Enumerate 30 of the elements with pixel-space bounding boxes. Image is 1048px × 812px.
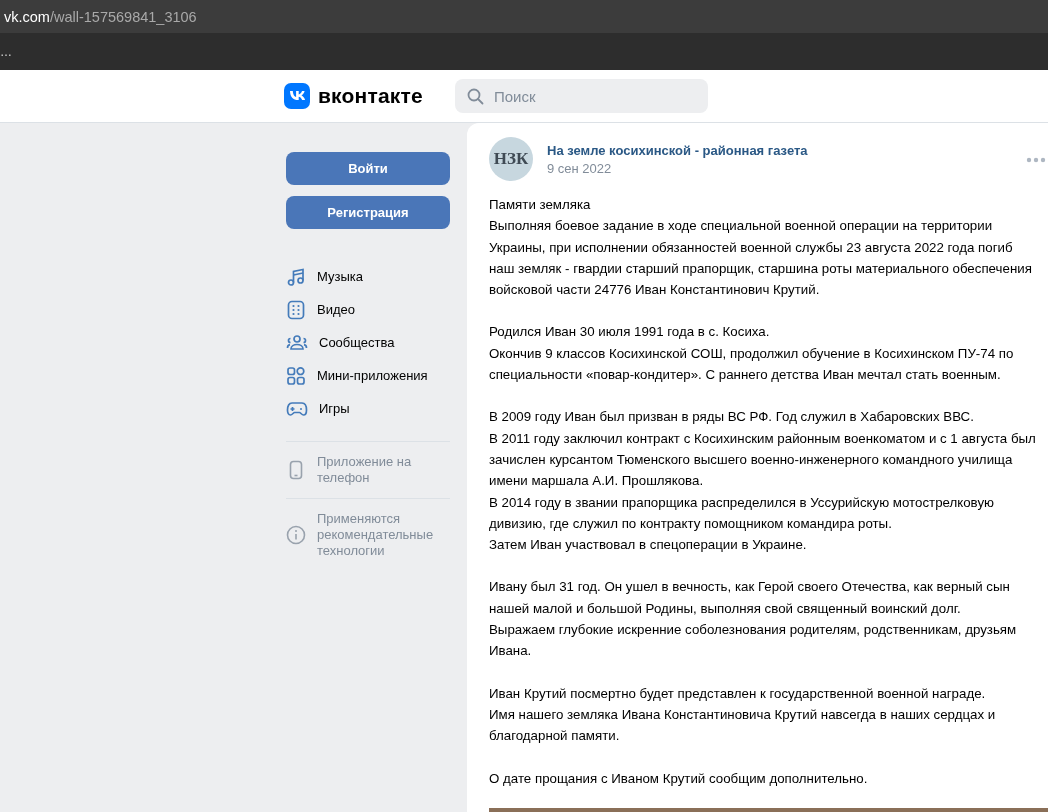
post-text: Выражаем глубокие искренние соболезнования родителям, родственникам, друзьям Ивана. [489, 621, 1018, 661]
post-text: Выполняя боевое задание в ходе специальной военной операции на территории Украины, при исполнении обязанностей военной службы 23 августа 2022 года погиб наш земляк - гвардии старший прапорщик, старшина роты материального обеспечения войсковой части 24776 Иван Константинович Крутий. [489, 217, 1033, 300]
post-text: В 2009 году Иван был призван в ряды ВС РФ. Год служил в Хабаровских ВВС. [489, 408, 975, 427]
post-text: Памяти земляка [489, 196, 592, 214]
sidebar-button[interactable]: Регистрация [286, 196, 450, 229]
search-input[interactable]: Поиск [491, 86, 686, 106]
menu-item[interactable]: Музыка [317, 269, 363, 284]
post-text: В 2014 году в звании прапорщика распределился в Уссурийскую мотострелковую дивизию, где служил по контракту помощником командира роты. [489, 493, 995, 533]
post-date[interactable]: 9 сен 2022 [547, 160, 808, 176]
address-bar[interactable]: vk.com/wall-157569841_3106 [0, 0, 1048, 33]
post-text: Родился Иван 30 июля 1991 года в с. Косиха. [489, 323, 771, 342]
sidebar-button[interactable]: Войти [286, 152, 450, 185]
post-text: Окончив 9 классов Косихинской СОШ, продолжил обучение в Косихинском ПУ-74 по специальности «повар-кондитер». С раннего детства Иван мечтал стать военным. [489, 344, 1015, 385]
post-text: О дате прощания с Иваном Крутий сообщим дополнительно. [489, 769, 869, 788]
sidebar-note: Применяются рекомендательные технологии [317, 511, 435, 559]
avatar[interactable]: НЗК [489, 137, 533, 181]
post-text: Затем Иван участвовал в спецоперации в Украине. [489, 536, 808, 555]
menu-item[interactable]: Мини-приложения [317, 368, 428, 383]
bookmark-label[interactable]: … [0, 44, 12, 59]
post-text: Имя нашего земляка Ивана Константиновича Крутий навсегда в наших сердцах и благодарной памяти. [489, 705, 997, 746]
search-field[interactable]: Поиск [454, 79, 708, 113]
menu-item[interactable]: Видео [317, 302, 355, 317]
post-text: В 2011 году заключил контракт с Косихинским районным военкоматом и с 1 августа был зачислен курсантом Тюменского высшего военно-инженерного командного училища имени маршала А.И. Прошлякова. [489, 429, 1037, 491]
post-text: Ивану был 31 год. Он ушел в вечность, как Герой своего Отечества, как верный сын нашей малой и большой Родины, выполняя свой священный воинский долг. [489, 578, 1011, 618]
post-text: Иван Крутий посмертно будет представлен к государственной военной награде. [489, 684, 987, 703]
menu-item[interactable]: Сообщества [319, 335, 395, 350]
menu-item[interactable]: Игры [319, 401, 350, 416]
author-link[interactable]: На земле косихинской - районная газета [547, 142, 808, 158]
url-text: vk.com/wall-157569841_3106 [4, 8, 197, 25]
logo-text[interactable]: вконтакте [318, 84, 423, 108]
